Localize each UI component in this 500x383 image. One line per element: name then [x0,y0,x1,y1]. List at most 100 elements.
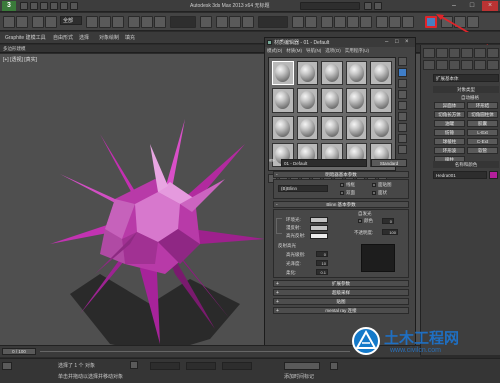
sample-slot[interactable] [296,115,319,140]
object-name-field[interactable]: Hedra001 [433,171,487,179]
create-tab-icon[interactable] [423,48,435,58]
render-production-icon[interactable] [402,16,414,28]
options-icon[interactable] [398,123,407,132]
reference-coord-combo[interactable] [170,16,196,28]
sample-slot[interactable] [272,115,294,140]
menu-navigation[interactable]: 导航(N) [306,48,321,55]
tab-populate[interactable]: 填充 [122,34,138,42]
sample-slot[interactable] [370,115,392,140]
new-file-icon[interactable] [20,2,28,10]
percent-snap-icon[interactable] [242,16,254,28]
object-color-swatch[interactable] [489,171,498,179]
spindle-button[interactable]: 纺锤 [434,129,465,136]
move-icon[interactable] [128,16,140,28]
rotate-icon[interactable] [141,16,153,28]
lights-icon[interactable] [448,60,461,70]
torus-knot-button[interactable]: 环形结 [467,102,498,109]
lock-selection-icon[interactable] [130,361,138,369]
tab-selection[interactable]: 选择 [76,34,92,42]
help-icon[interactable] [374,2,382,10]
uv-tiling-icon[interactable] [398,90,407,99]
material-name-field[interactable]: 01 - Default [281,159,367,167]
ringwave-button[interactable]: 环形波 [434,147,465,154]
c-ext-button[interactable]: C-Ext [467,138,498,145]
sample-slot[interactable] [345,61,368,86]
z-coord-field[interactable] [222,362,252,370]
self-illum-spinner[interactable]: 0 [382,218,394,224]
motion-tab-icon[interactable] [461,48,474,58]
mirror-icon[interactable] [292,16,304,28]
schematic-view-icon[interactable] [360,16,372,28]
video-check-icon[interactable] [398,101,407,110]
shapes-icon[interactable] [435,60,448,70]
angle-snap-icon[interactable] [229,16,241,28]
cameras-icon[interactable] [461,60,474,70]
menu-mode[interactable]: 模式(D) [267,48,282,55]
named-selection-combo[interactable] [258,16,288,28]
name-color-header[interactable]: 名称和颜色 [433,161,499,168]
layer-manager-icon[interactable] [321,16,333,28]
opacity-spinner[interactable]: 100 [382,229,398,235]
geometry-icon[interactable] [423,60,435,70]
tab-freeform[interactable]: 自由形式 [50,34,76,42]
material-editor-titlebar[interactable]: 材质编辑器 - 01 - Default – □ × [265,38,415,47]
link-icon[interactable] [32,16,44,28]
undo-icon[interactable] [50,2,58,10]
menu-material[interactable]: 材质(M) [286,48,302,55]
supersampling-rollout[interactable]: + 超级采样 [273,289,409,296]
rendered-frame-icon[interactable] [389,16,401,28]
unlink-icon[interactable] [45,16,57,28]
spacewarps-icon[interactable] [487,60,499,70]
pivot-center-icon[interactable] [200,16,212,28]
open-file-icon[interactable] [30,2,38,10]
object-category-dropdown[interactable]: 扩展基本体 [433,74,499,82]
menu-utilities[interactable]: 实用程序(U) [345,48,369,55]
hedra-button[interactable]: 异面体 [434,102,465,109]
search-icon[interactable] [364,2,372,10]
utilities-tab-icon[interactable] [487,48,499,58]
diffuse-color-swatch[interactable] [310,225,328,231]
me-minimize-icon[interactable]: – [385,39,393,46]
capsule-button[interactable]: 胶囊 [467,120,498,127]
self-illum-color-checkbox[interactable] [358,219,362,223]
hierarchy-tab-icon[interactable] [448,48,461,58]
viewport-label[interactable]: [+] [透视] [真实] [3,56,37,63]
blinn-rollout[interactable]: - Blinn 基本参数 [273,201,409,208]
sample-slot[interactable] [272,88,294,113]
select-object-icon[interactable] [86,16,98,28]
sample-slot[interactable] [296,88,319,113]
rect-selection-icon[interactable] [112,16,124,28]
mental-ray-rollout[interactable]: + mental ray 连接 [273,307,409,314]
tab-graphite[interactable]: Graphite 建模工具 [2,34,49,42]
select-by-name-icon[interactable] [99,16,111,28]
sample-slot[interactable] [321,88,343,113]
graphite-toggle-icon[interactable] [334,16,346,28]
autogrid-label[interactable]: 自动栅格 [461,95,479,101]
chamfer-cyl-button[interactable]: 切角圆柱体 [467,111,498,118]
sample-slot[interactable] [321,61,343,86]
select-by-material-icon[interactable] [398,134,407,143]
tab-object-paint[interactable]: 对象绘制 [96,34,122,42]
shader-rollout[interactable]: - 明暗器基本参数 [273,171,409,178]
wire-checkbox[interactable] [340,183,344,187]
app-logo[interactable]: 3 [2,1,16,11]
face-map-checkbox[interactable] [372,183,376,187]
sample-slot[interactable] [345,115,368,140]
make-preview-icon[interactable] [398,112,407,121]
material-map-navigator-icon[interactable] [398,145,407,154]
timeline-track[interactable] [40,351,350,352]
l-ext-button[interactable]: L-Ext [467,129,498,136]
gengon-button[interactable]: 球棱柱 [434,138,465,145]
add-time-tag[interactable]: 添加时间标记 [284,373,314,380]
sample-slot[interactable] [296,61,319,86]
snap-toggle-icon[interactable] [216,16,228,28]
ambient-color-swatch[interactable] [310,217,328,223]
x-coord-field[interactable] [150,362,180,370]
me-maximize-icon[interactable]: □ [395,39,403,46]
play-icon[interactable] [330,362,338,370]
sample-slot[interactable] [345,88,368,113]
auto-key-button[interactable] [284,362,320,370]
sample-slot[interactable] [272,61,294,86]
menu-options[interactable]: 选项(O) [325,48,341,55]
modify-tab-icon[interactable] [435,48,448,58]
